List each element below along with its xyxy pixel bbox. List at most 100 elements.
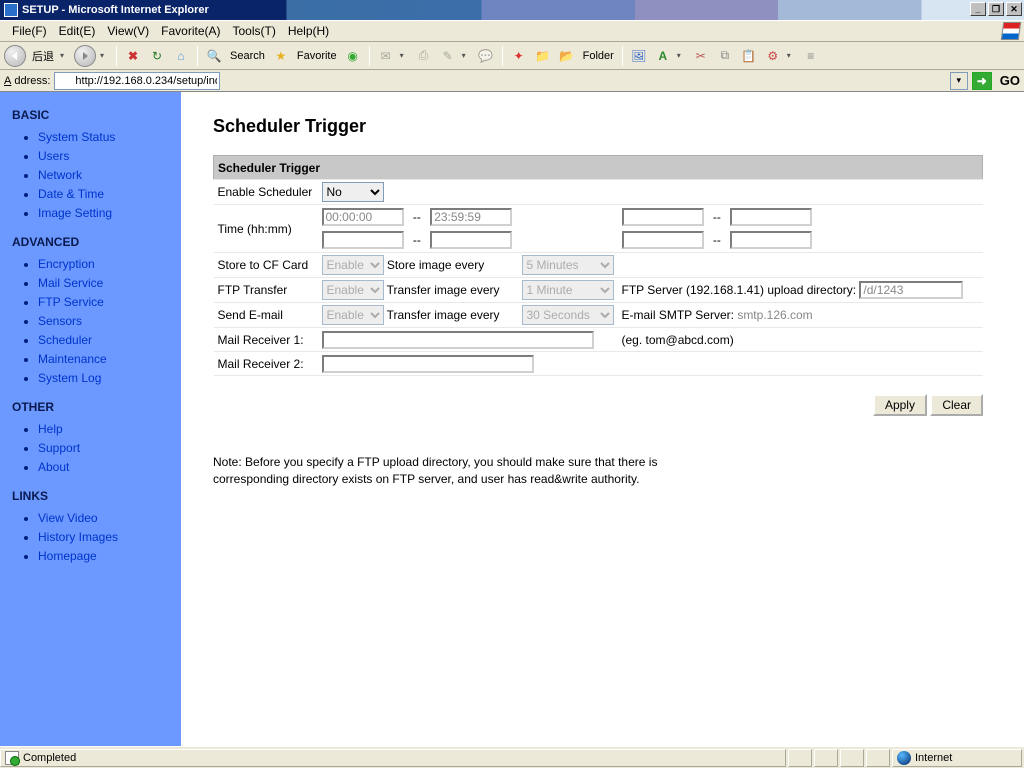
time3-from-input[interactable]	[322, 231, 404, 249]
address-dropdown-button[interactable]: ▾	[950, 72, 968, 90]
history-button[interactable]: ◉	[343, 46, 363, 66]
forward-dropdown-icon[interactable]: ▾	[100, 51, 110, 60]
sidebar: BASIC System Status Users Network Date &…	[0, 92, 181, 746]
menu-help[interactable]: Help(H)	[282, 22, 335, 40]
go-button[interactable]: ➜	[972, 72, 992, 90]
folder-label[interactable]: Folder	[581, 50, 616, 62]
sidebar-item-ftp-service[interactable]: FTP Service	[38, 293, 173, 312]
store-cf-label: Store to CF Card	[214, 253, 318, 278]
mail-receiver1-label: Mail Receiver 1:	[214, 328, 318, 352]
search-label[interactable]: Search	[228, 50, 267, 62]
time2-from-input[interactable]	[622, 208, 704, 226]
time1-to-input[interactable]	[430, 208, 512, 226]
edit-button[interactable]: ✎	[438, 46, 458, 66]
address-bar: Address: e ▾ ➜ GO	[0, 70, 1024, 92]
ftp-enable-select[interactable]: Enable	[322, 280, 384, 300]
store-enable-select[interactable]: Enable	[322, 255, 384, 275]
sidebar-item-system-log[interactable]: System Log	[38, 369, 173, 388]
apply-button[interactable]: Apply	[873, 394, 927, 416]
cut-button[interactable]: ✂	[691, 46, 711, 66]
address-label: A	[4, 75, 11, 87]
mail-dropdown-icon[interactable]: ▾	[400, 51, 410, 60]
edit-dropdown-icon[interactable]: ▾	[462, 51, 472, 60]
settings-dropdown-icon[interactable]: ▾	[787, 51, 797, 60]
paste-button[interactable]: 📋	[739, 46, 759, 66]
forward-button[interactable]	[74, 45, 96, 67]
sidebar-item-mail-service[interactable]: Mail Service	[38, 274, 173, 293]
close-button[interactable]: ✕	[1006, 2, 1022, 16]
sidebar-item-image-setting[interactable]: Image Setting	[38, 204, 173, 223]
sidebar-item-maintenance[interactable]: Maintenance	[38, 350, 173, 369]
mail-button[interactable]: ✉	[376, 46, 396, 66]
dash-icon: --	[707, 233, 727, 247]
time4-from-input[interactable]	[622, 231, 704, 249]
smtp-label: E-mail SMTP Server:	[622, 308, 734, 322]
sidebar-item-system-status[interactable]: System Status	[38, 128, 173, 147]
tool-image-icon[interactable]: 🖼	[629, 46, 649, 66]
search-icon[interactable]: 🔍	[204, 46, 224, 66]
time4-to-input[interactable]	[730, 231, 812, 249]
favorites-icon[interactable]: ★	[271, 46, 291, 66]
menu-edit[interactable]: Edit(E)	[53, 22, 102, 40]
ftp-every-select[interactable]: 1 Minute	[522, 280, 614, 300]
menu-view[interactable]: View(V)	[101, 22, 155, 40]
mail-enable-select[interactable]: Enable	[322, 305, 384, 325]
restore-button[interactable]: ❐	[988, 2, 1004, 16]
discuss-button[interactable]: 💬	[476, 46, 496, 66]
menu-favorites[interactable]: Favorite(A)	[155, 22, 226, 40]
back-dropdown-icon[interactable]: ▾	[60, 51, 70, 60]
favorite-label[interactable]: Favorite	[295, 50, 339, 62]
mail-receiver1-input[interactable]	[322, 331, 594, 349]
status-bar: Completed Internet	[0, 746, 1024, 768]
sidebar-item-encryption[interactable]: Encryption	[38, 255, 173, 274]
mail-every-select[interactable]: 30 Seconds	[522, 305, 614, 325]
go-label: GO	[996, 73, 1024, 88]
mail-every-label: Transfer image every	[387, 308, 500, 322]
ftp-server-label: FTP Server (192.168.1.41) upload directo…	[622, 283, 857, 297]
store-every-select[interactable]: 5 Minutes	[522, 255, 614, 275]
time3-to-input[interactable]	[430, 231, 512, 249]
back-button[interactable]	[4, 45, 26, 67]
sidebar-item-homepage[interactable]: Homepage	[38, 547, 173, 566]
enable-scheduler-select[interactable]: No	[322, 182, 384, 202]
menu-tools[interactable]: Tools(T)	[227, 22, 282, 40]
mail-receiver2-input[interactable]	[322, 355, 534, 373]
clear-button[interactable]: Clear	[930, 394, 983, 416]
sidebar-item-about[interactable]: About	[38, 458, 173, 477]
time2-to-input[interactable]	[730, 208, 812, 226]
sidebar-item-help[interactable]: Help	[38, 420, 173, 439]
refresh-button[interactable]: ↻	[147, 46, 167, 66]
sidebar-heading-basic: BASIC	[12, 108, 173, 122]
address-input[interactable]	[54, 72, 220, 90]
home-button[interactable]: ⌂	[171, 46, 191, 66]
sidebar-item-users[interactable]: Users	[38, 147, 173, 166]
sidebar-heading-advanced: ADVANCED	[12, 235, 173, 249]
time1-from-input[interactable]	[322, 208, 404, 226]
ie-logo-icon	[1002, 22, 1020, 40]
sidebar-item-support[interactable]: Support	[38, 439, 173, 458]
mail-receiver2-label: Mail Receiver 2:	[214, 352, 318, 376]
status-done-icon	[5, 751, 19, 765]
print-button[interactable]: ⎙	[414, 46, 434, 66]
font-dropdown-icon[interactable]: ▾	[677, 51, 687, 60]
page-title: Scheduler Trigger	[213, 116, 996, 137]
sidebar-item-network[interactable]: Network	[38, 166, 173, 185]
sidebar-item-view-video[interactable]: View Video	[38, 509, 173, 528]
tool-open-icon[interactable]: 📂	[557, 46, 577, 66]
sidebar-item-history-images[interactable]: History Images	[38, 528, 173, 547]
tool-misc-icon[interactable]: ≡	[801, 46, 821, 66]
dash-icon: --	[407, 210, 427, 224]
tool-font-icon[interactable]: A	[653, 46, 673, 66]
menu-file[interactable]: File(F)	[6, 22, 53, 40]
minimize-button[interactable]: _	[970, 2, 986, 16]
sidebar-item-sensors[interactable]: Sensors	[38, 312, 173, 331]
tool-wand-icon[interactable]: ✦	[509, 46, 529, 66]
ftp-dir-input[interactable]	[859, 281, 963, 299]
tool-folder-up-icon[interactable]: 📁	[533, 46, 553, 66]
sidebar-item-scheduler[interactable]: Scheduler	[38, 331, 173, 350]
stop-button[interactable]: ✖	[123, 46, 143, 66]
copy-button[interactable]: ⧉	[715, 46, 735, 66]
tool-settings-icon[interactable]: ⚙	[763, 46, 783, 66]
ftp-label: FTP Transfer	[214, 278, 318, 303]
sidebar-item-date-time[interactable]: Date & Time	[38, 185, 173, 204]
